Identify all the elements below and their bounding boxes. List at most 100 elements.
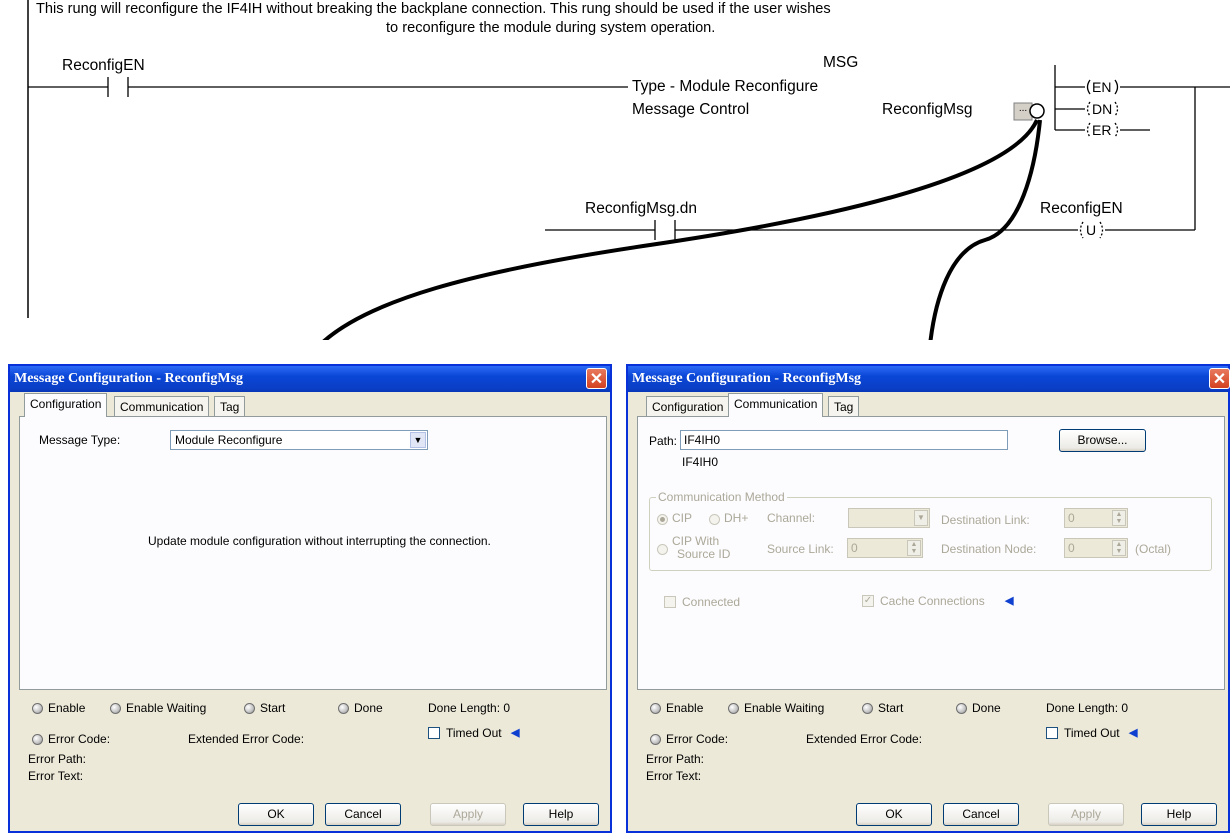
enable-label: Enable — [48, 701, 86, 715]
message-type-description: Update module configuration without inte… — [148, 534, 491, 548]
channel-select[interactable]: ▼ — [848, 508, 930, 528]
cancel-button[interactable]: Cancel — [943, 803, 1019, 826]
message-type-select[interactable]: Module Reconfigure ▼ — [170, 430, 428, 450]
message-config-dialog-right: Message Configuration - ReconfigMsg ✕ Co… — [626, 364, 1230, 833]
error-text-label: Error Text: — [646, 769, 702, 783]
error-text-label: Error Text: — [28, 769, 84, 783]
browse-button[interactable]: Browse... — [1059, 429, 1146, 452]
message-type-label: Message Type: — [39, 433, 121, 447]
ladder-rung-graphics — [27, 0, 1230, 340]
cache-connections-label: Cache Connections — [880, 594, 985, 608]
destination-node-value: 0 — [1068, 541, 1075, 555]
enable-waiting-label: Enable Waiting — [126, 701, 207, 715]
octal-label: (Octal) — [1135, 542, 1171, 556]
destination-link-label: Destination Link: — [941, 513, 1030, 527]
source-link-label: Source Link: — [767, 542, 834, 556]
msg-control-label: Message Control — [632, 101, 750, 118]
tab-tag[interactable]: Tag — [214, 396, 246, 416]
apply-button[interactable]: Apply — [1048, 803, 1124, 826]
ok-button[interactable]: OK — [238, 803, 314, 826]
message-type-value: Module Reconfigure — [175, 433, 283, 447]
help-button[interactable]: Help — [523, 803, 599, 826]
error-path-label: Error Path: — [28, 752, 87, 766]
connected-checkbox[interactable] — [664, 596, 676, 608]
extended-error-code-label: Extended Error Code: — [806, 732, 923, 746]
spinner-arrows-icon[interactable]: ▲ ▼ — [1112, 540, 1126, 556]
msg-type-label: Type - Module Reconfigure — [632, 78, 819, 95]
dialog-title-bar[interactable]: Message Configuration - ReconfigMsg ✕ — [10, 366, 610, 392]
tab-communication[interactable]: Communication — [728, 393, 824, 417]
start-label: Start — [878, 701, 904, 715]
chevron-down-icon[interactable]: ▼ — [410, 432, 426, 448]
start-indicator-icon — [244, 703, 255, 714]
spinner-arrows-icon[interactable]: ▲ ▼ — [1112, 510, 1126, 526]
communication-method-group: Communication Method CIP DH+ Channel: ▼ … — [649, 490, 1212, 571]
arrow-left-icon: ◀ — [1005, 595, 1014, 607]
cip-with-label: CIP With — [672, 534, 720, 548]
apply-button[interactable]: Apply — [430, 803, 506, 826]
arrow-left-icon: ◀ — [511, 727, 520, 739]
destination-node-spinner[interactable]: 0 ▲ ▼ — [1064, 538, 1128, 558]
coil-en-label: EN — [1092, 79, 1112, 95]
dh-plus-radio[interactable] — [709, 514, 720, 525]
dialog-title: Message Configuration - ReconfigMsg — [632, 371, 862, 386]
enable-waiting-label: Enable Waiting — [744, 701, 825, 715]
ok-button[interactable]: OK — [856, 803, 932, 826]
cancel-button[interactable]: Cancel — [325, 803, 401, 826]
message-config-dialog-left: Message Configuration - ReconfigMsg ✕ Co… — [8, 364, 612, 833]
tab-communication[interactable]: Communication — [114, 396, 210, 416]
destination-node-label: Destination Node: — [941, 542, 1037, 556]
timed-out-label: Timed Out — [1064, 726, 1120, 740]
source-id-label: Source ID — [677, 547, 731, 561]
cip-radio[interactable] — [657, 514, 668, 525]
error-code-indicator-icon — [650, 734, 661, 745]
dialog-title-bar[interactable]: Message Configuration - ReconfigMsg ✕ — [628, 366, 1230, 392]
path-label: Path: — [649, 434, 678, 448]
done-length-label: Done Length: 0 — [428, 701, 511, 715]
cip-label: CIP — [672, 511, 693, 525]
error-code-label: Error Code: — [666, 732, 729, 746]
close-icon: ✕ — [1212, 369, 1227, 388]
tab-configuration[interactable]: Configuration — [24, 393, 108, 417]
arrow-left-icon: ◀ — [1129, 727, 1138, 739]
path-resolved-text: IF4IH0 — [682, 455, 719, 469]
error-code-indicator-icon — [32, 734, 43, 745]
start-indicator-icon — [862, 703, 873, 714]
path-value: IF4IH0 — [684, 433, 721, 447]
channel-label: Channel: — [767, 511, 816, 525]
source-link-spinner[interactable]: 0 ▲ ▼ — [847, 538, 923, 558]
connected-label: Connected — [682, 595, 741, 609]
coil-dn-label: DN — [1092, 101, 1113, 117]
tab-panel: Path: IF4IH0 IF4IH0 Browse... Communicat… — [637, 416, 1225, 690]
source-link-value: 0 — [851, 541, 858, 555]
timed-out-checkbox[interactable] — [428, 727, 440, 739]
destination-link-value: 0 — [1068, 511, 1075, 525]
msg-control-tag[interactable]: ReconfigMsg — [882, 101, 972, 119]
start-label: Start — [260, 701, 286, 715]
tab-tag[interactable]: Tag — [828, 396, 860, 416]
done-indicator-icon — [338, 703, 349, 714]
close-button[interactable]: ✕ — [586, 368, 607, 389]
done-label: Done — [354, 701, 383, 715]
done-indicator-icon — [956, 703, 967, 714]
enable-waiting-indicator-icon — [110, 703, 121, 714]
coil-er-label: ER — [1092, 122, 1112, 138]
spinner-arrows-icon[interactable]: ▲ ▼ — [907, 540, 921, 556]
contact-reconfigmsg-dn-label: ReconfigMsg.dn — [585, 200, 698, 217]
cache-connections-checkbox[interactable]: ✓ — [862, 595, 874, 607]
contact-reconfigen-label: ReconfigEN — [62, 57, 145, 74]
msg-config-ellipsis-button[interactable]: ... — [1015, 103, 1031, 114]
destination-link-spinner[interactable]: 0 ▲ ▼ — [1064, 508, 1128, 528]
tab-configuration[interactable]: Configuration — [646, 396, 730, 416]
timed-out-checkbox[interactable] — [1046, 727, 1058, 739]
done-label: Done — [972, 701, 1001, 715]
enable-label: Enable — [666, 701, 704, 715]
dh-plus-label: DH+ — [724, 511, 749, 525]
rung-comment-line-1: This rung will reconfigure the IF4IH wit… — [36, 1, 831, 17]
close-button[interactable]: ✕ — [1209, 368, 1230, 389]
dialog-title: Message Configuration - ReconfigMsg — [14, 371, 244, 386]
error-path-label: Error Path: — [646, 752, 705, 766]
help-button[interactable]: Help — [1141, 803, 1217, 826]
path-input[interactable]: IF4IH0 — [680, 430, 1008, 450]
cip-source-id-radio[interactable] — [657, 544, 668, 555]
